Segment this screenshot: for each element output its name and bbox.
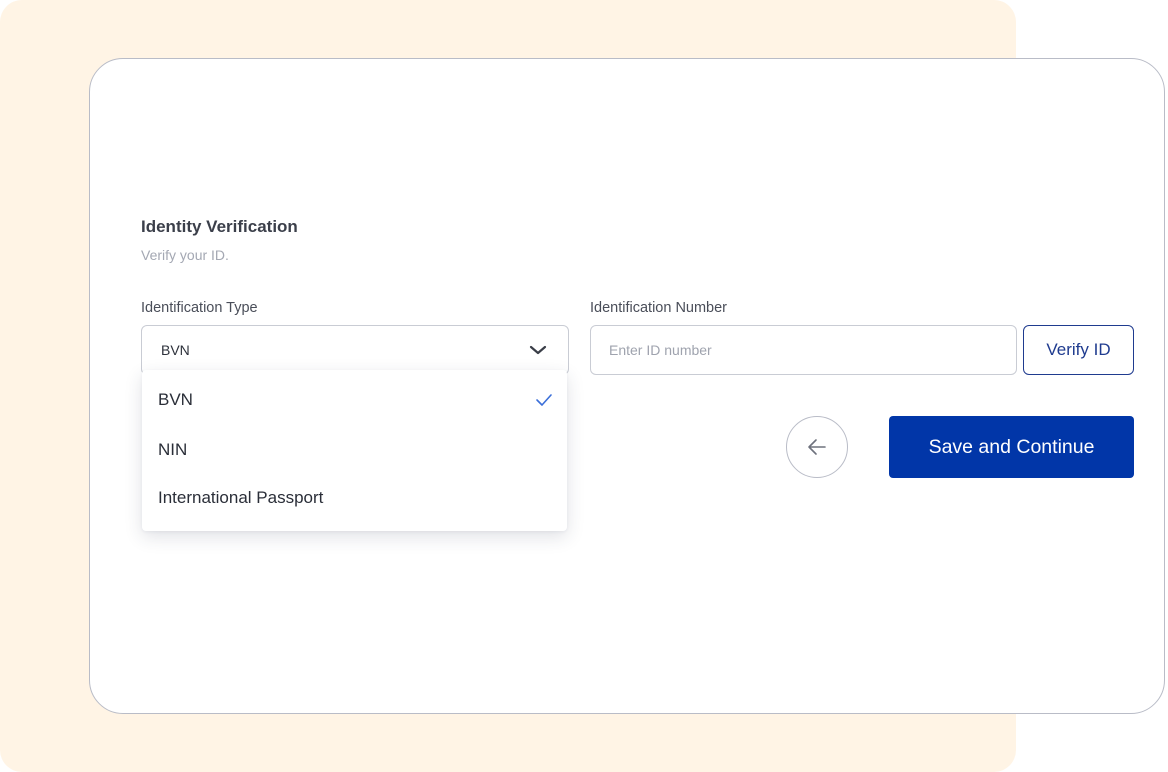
dropdown-option-nin[interactable]: NIN bbox=[142, 426, 567, 474]
identification-type-selected-value: BVN bbox=[161, 342, 190, 358]
identification-number-label: Identification Number bbox=[590, 300, 728, 316]
dropdown-option-bvn[interactable]: BVN bbox=[142, 376, 567, 424]
dropdown-option-label: NIN bbox=[158, 440, 188, 459]
section-subtitle: Verify your ID. bbox=[141, 247, 229, 263]
arrow-left-icon bbox=[808, 439, 826, 455]
identification-type-label: Identification Type bbox=[141, 300, 258, 316]
dropdown-option-label: International Passport bbox=[158, 488, 324, 507]
identification-type-select[interactable]: BVN bbox=[141, 325, 569, 375]
identity-verification-card: Identity Verification Verify your ID. Id… bbox=[89, 58, 1165, 714]
identification-number-input[interactable] bbox=[590, 325, 1017, 375]
chevron-down-icon[interactable] bbox=[528, 343, 548, 357]
dropdown-option-international-passport[interactable]: International Passport bbox=[142, 474, 567, 522]
identification-type-dropdown: BVN NIN International Passport bbox=[142, 370, 567, 531]
back-button[interactable] bbox=[786, 416, 848, 478]
save-and-continue-button[interactable]: Save and Continue bbox=[889, 416, 1134, 478]
check-icon bbox=[536, 394, 552, 406]
verify-id-button[interactable]: Verify ID bbox=[1023, 325, 1134, 375]
page: Identity Verification Verify your ID. Id… bbox=[0, 0, 1168, 772]
dropdown-option-label: BVN bbox=[158, 390, 193, 409]
section-title: Identity Verification bbox=[141, 217, 298, 236]
